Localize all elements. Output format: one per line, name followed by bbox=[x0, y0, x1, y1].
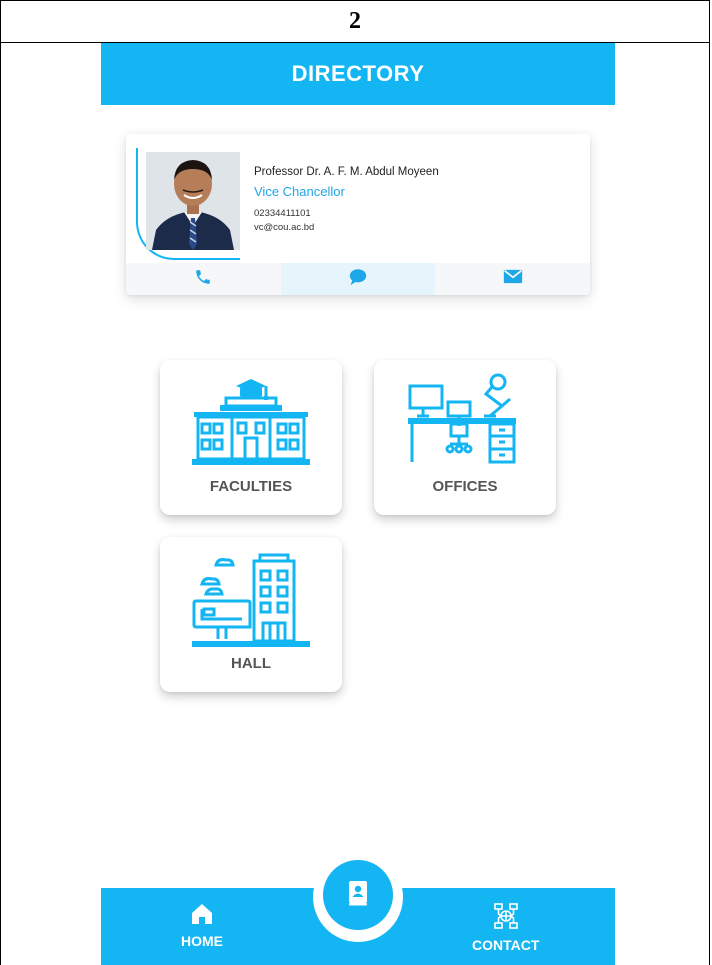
contact-nav-label: CONTACT bbox=[472, 937, 540, 953]
hall-tile[interactable]: HALL bbox=[160, 537, 342, 692]
profile-info: Professor Dr. A. F. M. Abdul Moyeen Vice… bbox=[254, 166, 439, 233]
hall-label: HALL bbox=[231, 655, 271, 672]
directory-icon bbox=[346, 880, 370, 911]
phone-icon bbox=[194, 268, 212, 291]
offices-label: OFFICES bbox=[432, 478, 498, 495]
message-button[interactable] bbox=[280, 263, 436, 295]
app-screen: DIRECTORY Professor Dr. A. F. M. Abdul M… bbox=[101, 43, 615, 965]
profile-actions bbox=[126, 263, 590, 295]
email-button[interactable] bbox=[435, 263, 590, 295]
profile-photo bbox=[146, 152, 240, 250]
university-building-icon bbox=[192, 372, 310, 473]
profile-phone: 02334411101 bbox=[254, 208, 311, 219]
contact-network-icon bbox=[492, 902, 520, 933]
profile-email: vc@cou.ac.bd bbox=[254, 222, 315, 233]
contact-nav-item[interactable]: CONTACT bbox=[472, 902, 539, 953]
office-desk-icon bbox=[406, 372, 524, 473]
home-icon bbox=[190, 902, 214, 929]
offices-tile[interactable]: OFFICES bbox=[374, 360, 556, 515]
home-nav-item[interactable]: HOME bbox=[181, 902, 223, 949]
residence-hall-icon bbox=[192, 549, 310, 654]
profile-title: Vice Chancellor bbox=[254, 184, 345, 199]
faculties-tile[interactable]: FACULTIES bbox=[160, 360, 342, 515]
app-bar-title: DIRECTORY bbox=[291, 61, 425, 86]
profile-card[interactable]: Professor Dr. A. F. M. Abdul Moyeen Vice… bbox=[126, 134, 590, 295]
page-number: 2 bbox=[1, 1, 709, 43]
bottom-navigation: HOME CONTACT bbox=[101, 852, 615, 965]
home-nav-label: HOME bbox=[181, 933, 223, 949]
mail-icon bbox=[503, 269, 523, 289]
faculties-label: FACULTIES bbox=[209, 478, 293, 495]
profile-name: Professor Dr. A. F. M. Abdul Moyeen bbox=[254, 166, 439, 178]
message-icon bbox=[348, 268, 368, 291]
app-bar: DIRECTORY bbox=[101, 43, 615, 105]
call-button[interactable] bbox=[126, 263, 281, 295]
directory-fab-button[interactable] bbox=[323, 860, 393, 930]
